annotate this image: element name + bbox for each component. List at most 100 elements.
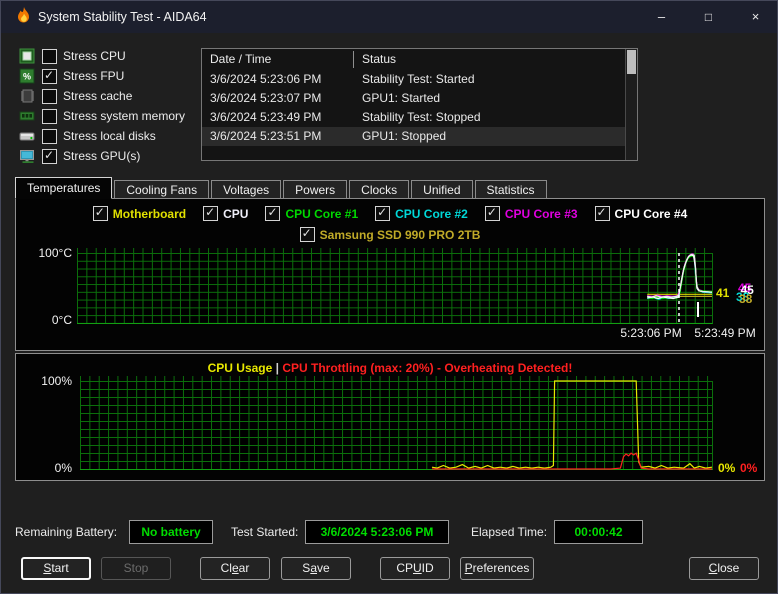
legend-label: CPU Core #1 [285,207,358,221]
usage-title-part: CPU Usage [208,361,273,375]
usage-value-1: 0% [740,461,757,475]
legend-checkbox-cpu[interactable] [203,206,218,221]
legend-checkbox-cpu-core-2[interactable] [375,206,390,221]
stress-option-label: Stress system memory [63,109,185,123]
cpuid-button[interactable]: CPUID [380,557,450,580]
log-row[interactable]: 3/6/2024 5:23:49 PMStability Test: Stopp… [202,108,626,127]
cache-icon [19,88,35,104]
minimize-button[interactable]: – [638,1,685,33]
log-cell-date-time: 3/6/2024 5:23:07 PM [210,91,321,105]
log-column-date-time[interactable]: Date / Time [210,52,271,66]
tab-clocks[interactable]: Clocks [349,180,409,199]
stress-option-stress-gpu-s[interactable]: Stress GPU(s) [19,147,140,165]
legend-checkbox-cpu-core-1[interactable] [265,206,280,221]
stress-option-label: Stress local disks [63,129,156,143]
event-log-table: Date / Time Status 3/6/2024 5:23:06 PM St… [201,48,638,161]
usage-y-min-label: 0% [26,461,72,475]
temp-time-start-label: 5:23:06 PM [615,326,687,340]
stress-option-label: Stress FPU [63,69,124,83]
tab-strip: TemperaturesCooling FansVoltagesPowersCl… [15,177,549,199]
titlebar: System Stability Test - AIDA64 – □ × [1,1,777,33]
stress-option-stress-cache[interactable]: Stress cache [19,87,132,105]
legend-checkbox-samsung-ssd-990-pro-2tb[interactable] [300,227,315,242]
svg-text:%: % [23,72,31,82]
usage-value-0: 0% [718,461,735,475]
usage-title-part: CPU Throttling (max: 20%) - Overheating … [282,361,572,375]
legend-cpu-core-1[interactable]: CPU Core #1 [265,206,358,221]
stress-option-stress-fpu[interactable]: % Stress FPU [19,67,124,85]
legend-motherboard[interactable]: Motherboard [93,206,186,221]
legend-label: CPU Core #3 [505,207,578,221]
checkbox-stress-local-disks[interactable] [42,129,57,144]
usage-chart-lines [80,381,712,469]
stress-option-stress-local-disks[interactable]: Stress local disks [19,127,156,145]
legend-checkbox-cpu-core-3[interactable] [485,206,500,221]
preferences-button[interactable]: Preferences [460,557,534,580]
log-scrollbar-thumb[interactable] [627,50,636,74]
tab-unified[interactable]: Unified [411,180,472,199]
close-window-button[interactable]: × [732,1,778,33]
tab-cooling-fans[interactable]: Cooling Fans [114,180,209,199]
stress-option-stress-system-memory[interactable]: Stress system memory [19,107,185,125]
status-label-remaining-battery: Remaining Battery: [15,525,117,539]
checkbox-stress-gpu-s[interactable] [42,149,57,164]
tab-temperatures[interactable]: Temperatures [15,177,112,199]
log-scrollbar[interactable] [625,49,637,160]
legend-label: CPU Core #2 [395,207,468,221]
legend-cpu[interactable]: CPU [203,206,248,221]
legend-cpu-core-4[interactable]: CPU Core #4 [595,206,688,221]
stress-option-label: Stress CPU [63,49,126,63]
series-cpu-usage [432,381,712,468]
legend-samsung-ssd-990-pro-2tb[interactable]: Samsung SSD 990 PRO 2TB [300,227,481,242]
legend-checkbox-motherboard[interactable] [93,206,108,221]
temp-legend-row-1: Motherboard CPU CPU Core #1 CPU Core #2 CPU … [16,206,764,221]
legend-label: CPU [223,207,248,221]
temp-y-min-label: 0°C [28,313,72,327]
save-button[interactable]: Save [281,557,351,580]
tab-statistics[interactable]: Statistics [475,180,547,199]
window-title: System Stability Test - AIDA64 [38,10,207,24]
legend-label: Motherboard [113,207,186,221]
temp-time-end-label: 5:23:49 PM [689,326,761,340]
flame-icon [15,7,33,26]
start-button[interactable]: Start [21,557,91,580]
close-button[interactable]: Close [689,557,759,580]
temp-y-max-label: 100°C [28,246,72,260]
fpu-icon: % [19,68,35,84]
memory-icon [19,108,35,124]
maximize-button[interactable]: □ [685,1,732,33]
cpu-icon [19,48,35,64]
log-row[interactable]: 3/6/2024 5:23:51 PMGPU1: Stopped [202,127,626,146]
legend-label: Samsung SSD 990 PRO 2TB [320,228,481,242]
clear-button[interactable]: Clear [200,557,270,580]
tab-powers[interactable]: Powers [283,180,347,199]
cpu-usage-chart-panel: CPU Usage | CPU Throttling (max: 20%) - … [15,353,765,481]
status-value-test-started: 3/6/2024 5:23:06 PM [305,520,449,544]
legend-checkbox-cpu-core-4[interactable] [595,206,610,221]
stop-button: Stop [101,557,171,580]
log-cell-status: Stability Test: Started [362,72,475,86]
legend-cpu-core-2[interactable]: CPU Core #2 [375,206,468,221]
checkbox-stress-fpu[interactable] [42,69,57,84]
checkbox-stress-system-memory[interactable] [42,109,57,124]
checkbox-stress-cache[interactable] [42,89,57,104]
legend-cpu-core-3[interactable]: CPU Core #3 [485,206,578,221]
gpu-icon [19,148,35,164]
usage-y-max-label: 100% [26,374,72,388]
log-row[interactable]: 3/6/2024 5:23:07 PM GPU1: Started [202,89,626,108]
column-separator[interactable] [353,51,354,68]
usage-title-part: | [272,361,282,375]
status-label-elapsed-time: Elapsed Time: [471,525,547,539]
checkbox-stress-cpu[interactable] [42,49,57,64]
stress-option-label: Stress GPU(s) [63,149,140,163]
legend-label: CPU Core #4 [615,207,688,221]
log-row[interactable]: 3/6/2024 5:23:06 PM Stability Test: Start… [202,70,626,89]
status-value-remaining-battery: No battery [129,520,213,544]
tab-voltages[interactable]: Voltages [211,180,281,199]
log-cell-date-time: 3/6/2024 5:23:49 PM [210,110,321,124]
log-cell-date-time: 3/6/2024 5:23:06 PM [210,72,321,86]
log-column-status[interactable]: Status [362,52,396,66]
stress-option-stress-cpu[interactable]: Stress CPU [19,47,126,65]
log-cell-status: GPU1: Started [362,91,440,105]
disk-icon [19,128,35,144]
